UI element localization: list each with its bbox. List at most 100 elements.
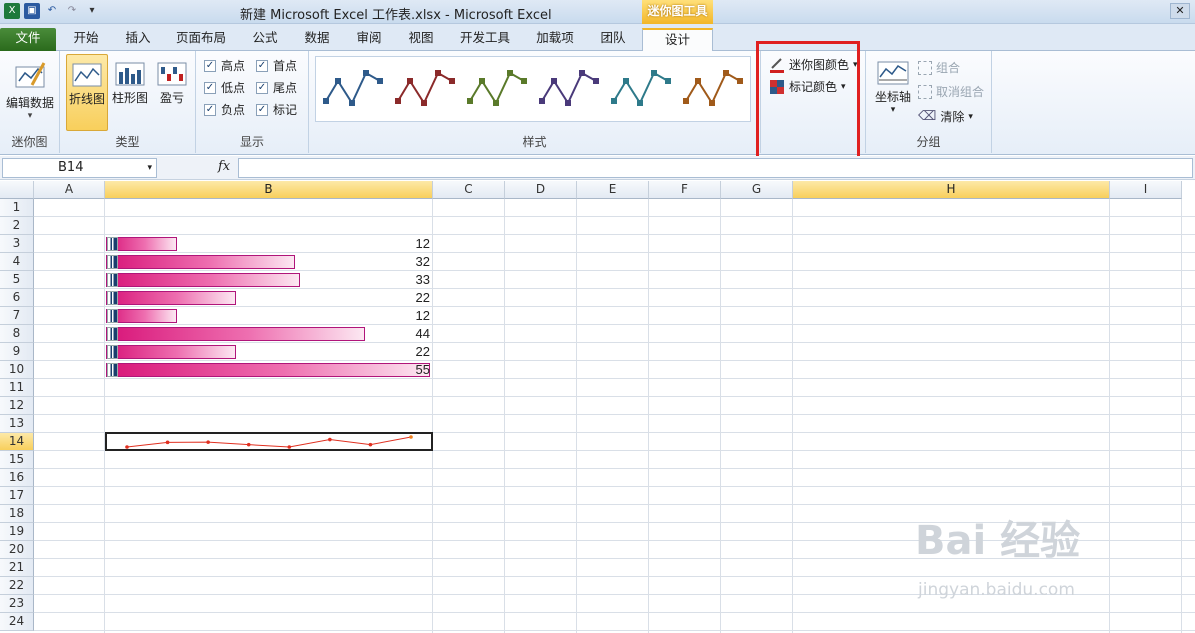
- row-header-24[interactable]: 24: [0, 613, 34, 631]
- row-header-13[interactable]: 13: [0, 415, 34, 433]
- row-header-23[interactable]: 23: [0, 595, 34, 613]
- tab-view[interactable]: 视图: [405, 28, 437, 51]
- style-swatch-6[interactable]: [682, 63, 748, 117]
- column-header-B[interactable]: B: [105, 181, 433, 199]
- group-button[interactable]: 组合: [918, 59, 960, 76]
- row-header-4[interactable]: 4: [0, 253, 34, 271]
- row-header-10[interactable]: 10: [0, 361, 34, 379]
- close-icon[interactable]: ✕: [1170, 3, 1190, 19]
- row-header-12[interactable]: 12: [0, 397, 34, 415]
- ungroup-button[interactable]: 取消组合: [918, 83, 984, 100]
- edit-data-label: 编辑数据: [5, 96, 54, 110]
- row-header-2[interactable]: 2: [0, 217, 34, 235]
- column-header-H[interactable]: H: [793, 181, 1110, 199]
- style-swatch-1[interactable]: [322, 63, 388, 117]
- row-header-8[interactable]: 8: [0, 325, 34, 343]
- redo-icon[interactable]: ↷: [64, 3, 80, 19]
- cell-value[interactable]: 44: [380, 326, 430, 341]
- column-header-I[interactable]: I: [1110, 181, 1182, 199]
- style-swatch-3[interactable]: [466, 63, 532, 117]
- style-gallery[interactable]: [315, 56, 751, 122]
- selected-cell-sparkline[interactable]: [105, 432, 433, 451]
- row-header-21[interactable]: 21: [0, 559, 34, 577]
- line-type-button[interactable]: 折线图: [66, 54, 108, 131]
- sparkline-marker: [409, 435, 413, 439]
- save-icon[interactable]: ▣: [24, 3, 40, 19]
- tab-formulas[interactable]: 公式: [249, 28, 281, 51]
- tab-addins[interactable]: 加载项: [533, 28, 577, 51]
- highlight-box: [756, 41, 860, 161]
- edit-data-button[interactable]: 编辑数据 ▾: [4, 59, 56, 121]
- row-header-6[interactable]: 6: [0, 289, 34, 307]
- tab-insert[interactable]: 插入: [122, 28, 154, 51]
- tab-review[interactable]: 审阅: [353, 28, 385, 51]
- select-all-corner[interactable]: [0, 181, 34, 199]
- tab-file[interactable]: 文件: [0, 28, 56, 51]
- data-bar: [106, 255, 295, 269]
- checkbox-markers[interactable]: ✓ 标记: [256, 101, 297, 118]
- row-header-7[interactable]: 7: [0, 307, 34, 325]
- column-header-F[interactable]: F: [649, 181, 721, 199]
- cell-value[interactable]: 55: [380, 362, 430, 377]
- checkbox-first-point[interactable]: ✓ 首点: [256, 57, 297, 74]
- gridline: [504, 199, 505, 633]
- style-swatch-5[interactable]: [610, 63, 676, 117]
- high-point-label: 高点: [221, 59, 246, 73]
- negative-point-label: 负点: [221, 103, 246, 117]
- column-header-G[interactable]: G: [721, 181, 793, 199]
- column-header-A[interactable]: A: [34, 181, 105, 199]
- formula-input[interactable]: [238, 158, 1193, 178]
- tab-developer[interactable]: 开发工具: [456, 28, 514, 51]
- row-header-20[interactable]: 20: [0, 541, 34, 559]
- column-chart-icon: [115, 62, 145, 86]
- cell-value[interactable]: 22: [380, 344, 430, 359]
- row-header-5[interactable]: 5: [0, 271, 34, 289]
- row-header-19[interactable]: 19: [0, 523, 34, 541]
- cell-value[interactable]: 12: [380, 308, 430, 323]
- column-header-C[interactable]: C: [433, 181, 505, 199]
- dropdown-arrow-icon[interactable]: ▾: [147, 159, 152, 177]
- checkbox-last-point[interactable]: ✓ 尾点: [256, 79, 297, 96]
- checkbox-high-point[interactable]: ✓ 高点: [204, 57, 245, 74]
- checkbox-negative-point[interactable]: ✓ 负点: [204, 101, 245, 118]
- markers-label: 标记: [273, 103, 298, 117]
- row-header-3[interactable]: 3: [0, 235, 34, 253]
- row-header-9[interactable]: 9: [0, 343, 34, 361]
- checkbox-low-point[interactable]: ✓ 低点: [204, 79, 245, 96]
- cell-value[interactable]: 32: [380, 254, 430, 269]
- row-header-15[interactable]: 15: [0, 451, 34, 469]
- sparkline-marker: [328, 437, 332, 442]
- cell-value[interactable]: 33: [380, 272, 430, 287]
- column-type-button[interactable]: 柱形图: [110, 62, 150, 106]
- undo-icon[interactable]: ↶: [44, 3, 60, 19]
- tab-home[interactable]: 开始: [70, 28, 102, 51]
- tab-design[interactable]: 设计: [642, 28, 713, 51]
- tab-data[interactable]: 数据: [301, 28, 333, 51]
- tab-page-layout[interactable]: 页面布局: [173, 28, 229, 51]
- row-header-14[interactable]: 14: [0, 433, 34, 451]
- column-header-D[interactable]: D: [505, 181, 577, 199]
- customize-qat-icon[interactable]: ▾: [84, 3, 100, 19]
- winloss-type-button[interactable]: 盈亏: [152, 62, 192, 106]
- function-icon[interactable]: fx: [218, 159, 230, 174]
- row-header-17[interactable]: 17: [0, 487, 34, 505]
- row-header-16[interactable]: 16: [0, 469, 34, 487]
- name-box[interactable]: B14 ▾: [2, 158, 157, 178]
- tab-team[interactable]: 团队: [597, 28, 629, 51]
- axis-button[interactable]: 坐标轴 ▾: [872, 61, 914, 115]
- row-header-1[interactable]: 1: [0, 199, 34, 217]
- style-swatch-2[interactable]: [394, 63, 460, 117]
- sparkline-marker: [125, 445, 129, 449]
- gridline: [34, 270, 1195, 271]
- column-header-E[interactable]: E: [577, 181, 649, 199]
- cell-value[interactable]: 22: [380, 290, 430, 305]
- style-swatch-4[interactable]: [538, 63, 604, 117]
- cell-value[interactable]: 12: [380, 236, 430, 251]
- baidu-watermark: Bai 经验: [915, 518, 1081, 564]
- gridline: [34, 306, 1195, 307]
- sparkline-marker: [368, 442, 373, 447]
- row-header-18[interactable]: 18: [0, 505, 34, 523]
- row-header-22[interactable]: 22: [0, 577, 34, 595]
- row-header-11[interactable]: 11: [0, 379, 34, 397]
- clear-button[interactable]: ⌫ 清除 ▾: [918, 108, 973, 125]
